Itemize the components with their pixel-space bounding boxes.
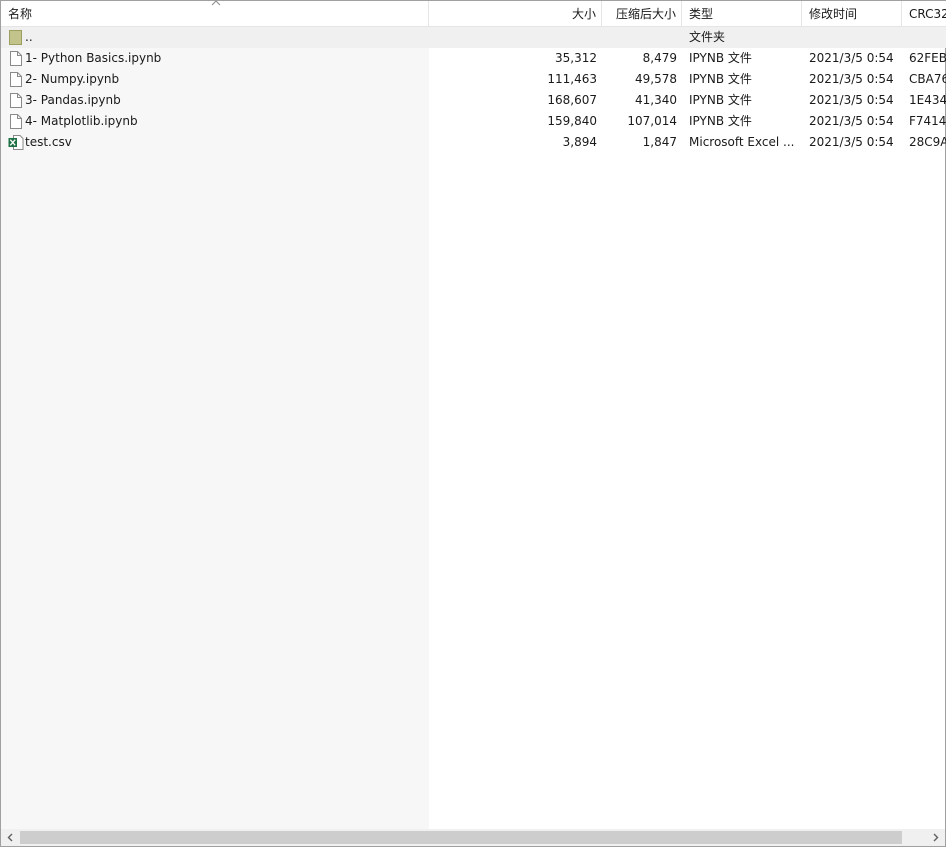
file-name-cell: .. xyxy=(8,27,423,48)
horizontal-scrollbar[interactable] xyxy=(1,829,945,846)
scrollbar-thumb[interactable] xyxy=(20,831,902,844)
file-row[interactable]: 4- Matplotlib.ipynb 159,840 107,014 IPYNB 文… xyxy=(1,111,946,132)
column-header-bar: 名称 大小 压缩后大小 类型 修改时间 CRC32 xyxy=(1,0,946,27)
column-header-modified[interactable]: 修改时间 xyxy=(802,1,902,27)
file-row[interactable]: 2- Numpy.ipynb 111,463 49,578 IPYNB 文件 2021/… xyxy=(1,69,946,90)
column-header-name-label: 名称 xyxy=(8,7,33,21)
document-icon xyxy=(8,50,24,67)
file-size: 168,607 xyxy=(547,93,597,107)
column-header-packed-size[interactable]: 压缩后大小 xyxy=(602,1,682,27)
file-name: 2- Numpy.ipynb xyxy=(25,72,120,86)
file-crc32: 62FEB xyxy=(909,51,946,65)
file-packed-size xyxy=(602,27,682,48)
file-type: Microsoft Excel ... xyxy=(689,135,795,149)
file-packed-size: 8,479 xyxy=(642,51,677,65)
file-name: 1- Python Basics.ipynb xyxy=(25,51,162,65)
file-crc32: 1E434 xyxy=(909,93,946,107)
file-modified-time xyxy=(809,27,901,48)
column-header-crc32[interactable]: CRC32 xyxy=(902,1,946,27)
file-crc32: 28C9A xyxy=(909,135,946,149)
file-packed-size: 1,847 xyxy=(642,135,677,149)
scroll-right-arrow-icon[interactable] xyxy=(927,829,944,846)
column-header-size-label: 大小 xyxy=(571,7,596,21)
column-header-modified-label: 修改时间 xyxy=(809,7,858,21)
excel-icon xyxy=(8,134,24,151)
file-name: test.csv xyxy=(25,135,72,149)
file-name-cell: 2- Numpy.ipynb xyxy=(8,69,423,90)
column-header-type-label: 类型 xyxy=(689,7,714,21)
file-type: 文件夹 xyxy=(689,30,726,44)
file-size: 111,463 xyxy=(547,72,597,86)
file-name-cell: 1- Python Basics.ipynb xyxy=(8,48,423,69)
file-packed-size: 41,340 xyxy=(635,93,677,107)
file-crc32 xyxy=(909,27,946,48)
file-name: 4- Matplotlib.ipynb xyxy=(25,114,138,128)
column-header-crc32-label: CRC32 xyxy=(909,7,946,21)
file-packed-size: 49,578 xyxy=(635,72,677,86)
file-crc32: CBA76 xyxy=(909,72,946,86)
document-icon xyxy=(8,113,24,130)
file-modified-time: 2021/3/5 0:54 xyxy=(809,72,894,86)
column-header-type[interactable]: 类型 xyxy=(682,1,802,27)
document-icon xyxy=(8,71,24,88)
sort-ascending-icon xyxy=(211,0,221,6)
file-row[interactable]: test.csv 3,894 1,847 Microsoft Excel ... 202… xyxy=(1,132,946,153)
file-size: 159,840 xyxy=(547,114,597,128)
file-name-cell: 4- Matplotlib.ipynb xyxy=(8,111,423,132)
document-icon xyxy=(8,92,24,109)
file-row[interactable]: 1- Python Basics.ipynb 35,312 8,479 IPYNB 文… xyxy=(1,48,946,69)
file-size: 35,312 xyxy=(555,51,597,65)
file-modified-time: 2021/3/5 0:54 xyxy=(809,93,894,107)
file-name-cell: test.csv xyxy=(8,132,423,153)
file-type: IPYNB 文件 xyxy=(689,93,752,107)
file-modified-time: 2021/3/5 0:54 xyxy=(809,51,894,65)
column-header-packed-size-label: 压缩后大小 xyxy=(615,7,676,21)
folder-up-icon xyxy=(8,29,24,46)
file-type: IPYNB 文件 xyxy=(689,114,752,128)
file-size xyxy=(429,27,602,48)
file-name: .. xyxy=(25,30,33,44)
file-name: 3- Pandas.ipynb xyxy=(25,93,121,107)
file-row[interactable]: 3- Pandas.ipynb 168,607 41,340 IPYNB 文件 2021… xyxy=(1,90,946,111)
parent-folder-row[interactable]: .. 文件夹 xyxy=(1,27,946,48)
file-packed-size: 107,014 xyxy=(627,114,677,128)
file-crc32: F7414 xyxy=(909,114,946,128)
column-header-size[interactable]: 大小 xyxy=(429,1,602,27)
file-modified-time: 2021/3/5 0:54 xyxy=(809,135,894,149)
file-modified-time: 2021/3/5 0:54 xyxy=(809,114,894,128)
file-type: IPYNB 文件 xyxy=(689,72,752,86)
file-list-view: 名称 大小 压缩后大小 类型 修改时间 CRC32 .. 文件夹 1- Python… xyxy=(0,0,946,847)
scroll-left-arrow-icon[interactable] xyxy=(2,829,19,846)
file-type: IPYNB 文件 xyxy=(689,51,752,65)
file-size: 3,894 xyxy=(562,135,597,149)
file-name-cell: 3- Pandas.ipynb xyxy=(8,90,423,111)
